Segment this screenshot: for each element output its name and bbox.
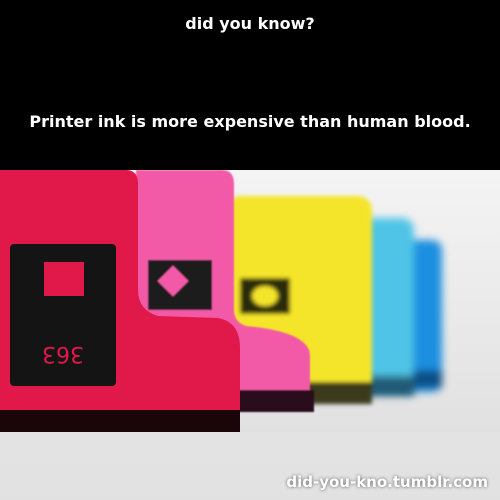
cartridge-label: 363 [42,341,84,366]
ink-cartridges-photo: 363 [0,170,500,500]
heading: did you know? [185,14,315,33]
fact-text: Printer ink is more expensive than human… [29,112,471,131]
watermark: did-you-kno.tumblr.com [286,473,488,491]
did-you-know-card: did you know? Printer ink is more expens… [0,0,500,500]
